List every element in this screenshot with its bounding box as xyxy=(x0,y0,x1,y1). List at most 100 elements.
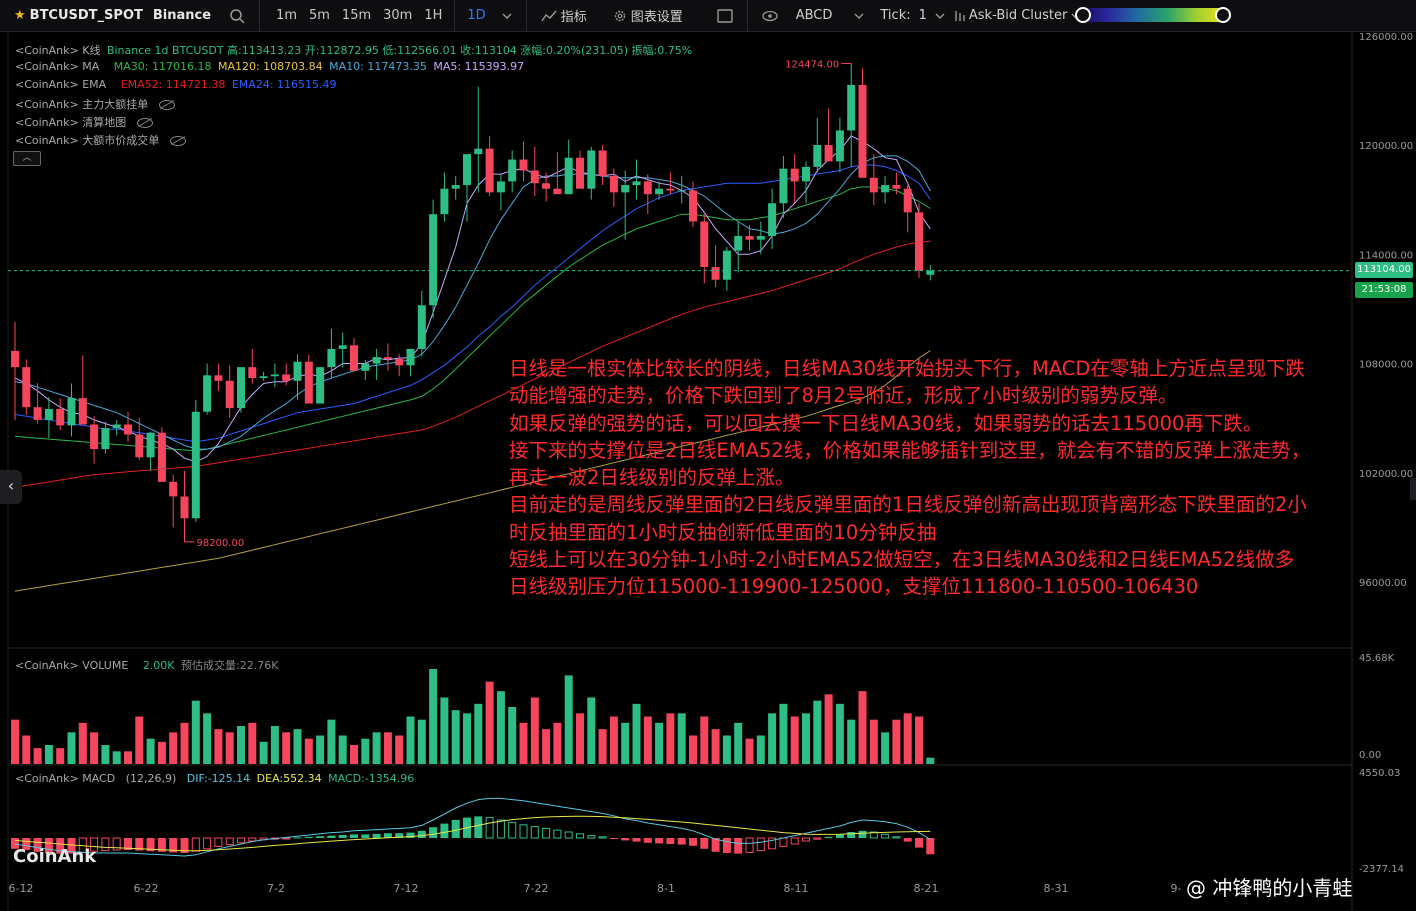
scroll-right-handle[interactable] xyxy=(1410,478,1416,500)
macd-histogram-bar xyxy=(881,833,890,839)
timeframe-30m[interactable]: 30m xyxy=(377,8,418,23)
macd-histogram-bar xyxy=(813,837,822,840)
hidden-eye-icon[interactable] xyxy=(137,118,154,128)
candle-body xyxy=(915,212,923,271)
macd-histogram-bar xyxy=(926,838,935,855)
volume-bar xyxy=(44,745,53,764)
macd-histogram-bar xyxy=(621,838,630,841)
macd-histogram-bar xyxy=(440,823,449,838)
macd-histogram-bar xyxy=(429,827,438,838)
macd-histogram-bar xyxy=(361,834,370,838)
volume-bar xyxy=(180,722,189,764)
indicators-icon xyxy=(541,10,557,21)
x-axis-tick: 7-22 xyxy=(524,882,549,895)
hidden-eye-icon[interactable] xyxy=(170,136,187,146)
analysis-line: 如果反弹的强势的话，可以回去摸一下日线MA30线，如果弱势的话去115000再下… xyxy=(509,411,1263,435)
eye-settings-icon[interactable] xyxy=(758,10,782,22)
candle-body xyxy=(587,150,596,189)
volume-bar xyxy=(790,716,799,764)
candle-body xyxy=(553,188,562,195)
macd-histogram-bar xyxy=(101,837,110,852)
volume-bar xyxy=(666,713,675,764)
ema-legend: <CoinAnk> EMA EMA52: 114721.38 EMA24: 11… xyxy=(15,78,340,91)
heatmap-range-slider[interactable] xyxy=(1075,7,1231,23)
cluster-icon xyxy=(955,10,965,21)
volume-bar xyxy=(926,757,935,764)
ma-legend-prefix: <CoinAnk> MA xyxy=(15,60,100,73)
volume-bar xyxy=(259,741,268,764)
abcd-chevron-icon[interactable] xyxy=(850,12,868,20)
macd-histogram-bar xyxy=(643,838,652,843)
candle-body xyxy=(237,367,245,409)
candle-body xyxy=(22,367,31,408)
ma120-legend: MA120: 108703.84 xyxy=(217,60,323,73)
x-axis-tick: 7-2 xyxy=(267,882,285,895)
macd-histogram-bar xyxy=(802,837,810,842)
macd-histogram-bar xyxy=(677,838,686,845)
macd-histogram-bar xyxy=(225,837,234,846)
range-slider-left-handle[interactable] xyxy=(1075,7,1091,23)
chart-settings-button[interactable]: 图表设置 xyxy=(609,6,687,25)
price-axis-tick: 114000.00 xyxy=(1359,250,1413,261)
volume-bar xyxy=(734,722,743,764)
macd-histogram-bar xyxy=(203,837,212,850)
candle-body xyxy=(90,424,99,450)
timeframe-1h[interactable]: 1H xyxy=(418,8,448,23)
price-axis-tick: 120000.00 xyxy=(1359,141,1413,152)
volume-bar xyxy=(587,697,596,764)
x-axis-tick: 6-22 xyxy=(134,882,159,895)
x-axis-tick: 8-31 xyxy=(1044,882,1069,895)
volume-bar xyxy=(101,745,110,764)
macd-histogram-bar xyxy=(316,836,325,838)
volume-bar xyxy=(530,697,539,764)
candle-body xyxy=(316,367,325,404)
timeframe-5m[interactable]: 5m xyxy=(303,8,336,23)
macd-histogram-bar xyxy=(745,837,754,853)
candle-body xyxy=(530,170,539,184)
candle-body xyxy=(395,358,404,366)
timeframe-1d[interactable]: 1D xyxy=(461,8,491,23)
candle-body xyxy=(643,181,652,195)
volume-bar xyxy=(304,738,313,764)
scroll-left-chevron-icon[interactable]: ‹ xyxy=(0,470,22,504)
volume-bar xyxy=(361,738,370,764)
timeframe-1m[interactable]: 1m xyxy=(270,8,303,23)
volume-bar xyxy=(440,697,449,764)
candle-body xyxy=(338,345,347,349)
macd-histogram-bar xyxy=(835,834,844,838)
tick-chevron-icon[interactable] xyxy=(931,12,949,20)
candle-body xyxy=(621,185,630,193)
candle-body xyxy=(632,181,641,186)
candle-body xyxy=(304,361,313,404)
big-orders-legend: <CoinAnk> 主力大额挂单 xyxy=(15,96,178,112)
macd-histogram-bar xyxy=(293,837,302,839)
low-marker-label: 98200.00 xyxy=(197,538,245,549)
timeframe-dropdown-chevron-icon[interactable] xyxy=(498,12,516,20)
hidden-eye-icon[interactable] xyxy=(159,100,176,110)
favorite-star-icon[interactable]: ★ xyxy=(14,8,26,23)
range-slider-right-handle[interactable] xyxy=(1215,7,1231,23)
volume-bar xyxy=(598,729,607,764)
volume-bar xyxy=(813,700,822,764)
volume-bar xyxy=(903,713,912,764)
indicators-button[interactable]: 指标 xyxy=(537,6,591,25)
ma10-legend: MA10: 117473.35 xyxy=(329,60,427,73)
tick-value-select[interactable]: 1 xyxy=(915,8,931,23)
macd-histogram-bar xyxy=(214,837,223,847)
x-axis-tick: 8-21 xyxy=(914,882,939,895)
volume-bar xyxy=(33,748,42,764)
candle-body xyxy=(112,424,121,429)
abcd-tool-button[interactable]: ABCD xyxy=(792,8,837,23)
search-icon[interactable] xyxy=(225,8,249,24)
macd-histogram-bar xyxy=(655,838,664,844)
macd-legend: <CoinAnk> MACD (12,26,9) DIF:-125.14 DEA… xyxy=(15,772,417,785)
collapse-legend-button[interactable]: ︿ xyxy=(13,151,41,166)
candle-body xyxy=(564,157,573,195)
timeframe-15m[interactable]: 15m xyxy=(336,8,377,23)
candle-body xyxy=(372,357,381,364)
exchange-label[interactable]: Binance xyxy=(153,8,211,23)
symbol-label[interactable]: BTCUSDT_SPOT xyxy=(30,8,143,23)
cluster-button[interactable]: Ask-Bid Cluster xyxy=(949,8,1085,23)
fullscreen-square-icon[interactable] xyxy=(713,8,737,23)
candle-body xyxy=(869,177,878,193)
